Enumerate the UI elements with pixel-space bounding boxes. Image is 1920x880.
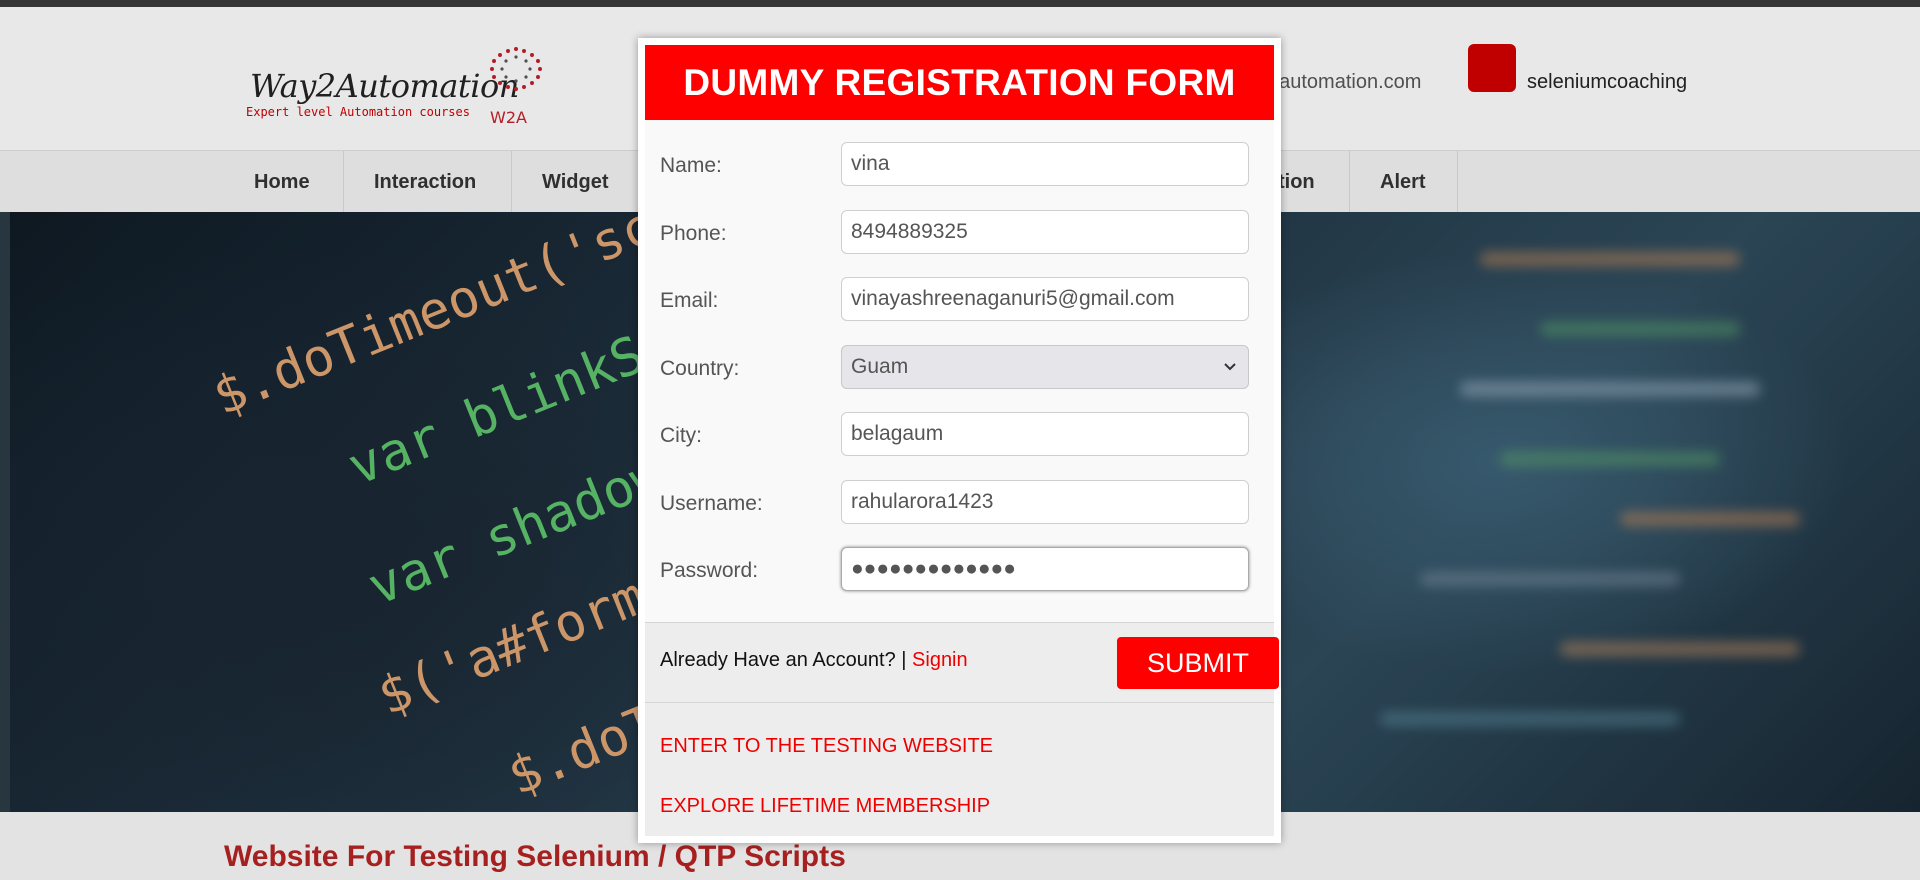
country-select[interactable]: Guam	[841, 345, 1249, 389]
registration-modal: DUMMY REGISTRATION FORM Name: Phone: Ema…	[638, 38, 1281, 843]
password-row: Password:	[645, 547, 1274, 593]
name-input[interactable]	[841, 142, 1249, 186]
country-selected-value: Guam	[851, 355, 909, 378]
password-label: Password:	[660, 559, 759, 582]
modal-title: DUMMY REGISTRATION FORM	[645, 45, 1274, 120]
phone-input[interactable]	[841, 210, 1249, 254]
name-row: Name:	[645, 142, 1274, 188]
name-label: Name:	[660, 154, 722, 177]
email-label: Email:	[660, 289, 719, 312]
country-label: Country:	[660, 357, 740, 380]
enter-testing-website-link[interactable]: ENTER TO THE TESTING WEBSITE	[660, 735, 993, 758]
submit-button[interactable]: SUBMIT	[1117, 637, 1279, 689]
email-input[interactable]	[841, 277, 1249, 321]
explore-membership-link[interactable]: EXPLORE LIFETIME MEMBERSHIP	[660, 795, 990, 818]
footer-divider	[645, 702, 1274, 703]
modal-body: DUMMY REGISTRATION FORM Name: Phone: Ema…	[645, 45, 1279, 836]
account-text: Already Have an Account? |	[660, 649, 907, 671]
city-input[interactable]	[841, 412, 1249, 456]
country-row: Country: Guam	[645, 345, 1274, 391]
city-label: City:	[660, 424, 702, 447]
username-input[interactable]	[841, 480, 1249, 524]
city-row: City:	[645, 412, 1274, 458]
phone-row: Phone:	[645, 210, 1274, 256]
phone-label: Phone:	[660, 222, 727, 245]
signin-link[interactable]: Signin	[912, 649, 968, 671]
username-row: Username:	[645, 480, 1274, 526]
email-row: Email:	[645, 277, 1274, 323]
username-label: Username:	[660, 492, 763, 515]
password-input[interactable]	[841, 547, 1249, 591]
chevron-down-icon	[1224, 363, 1236, 371]
account-prompt: Already Have an Account? | Signin	[660, 649, 968, 672]
